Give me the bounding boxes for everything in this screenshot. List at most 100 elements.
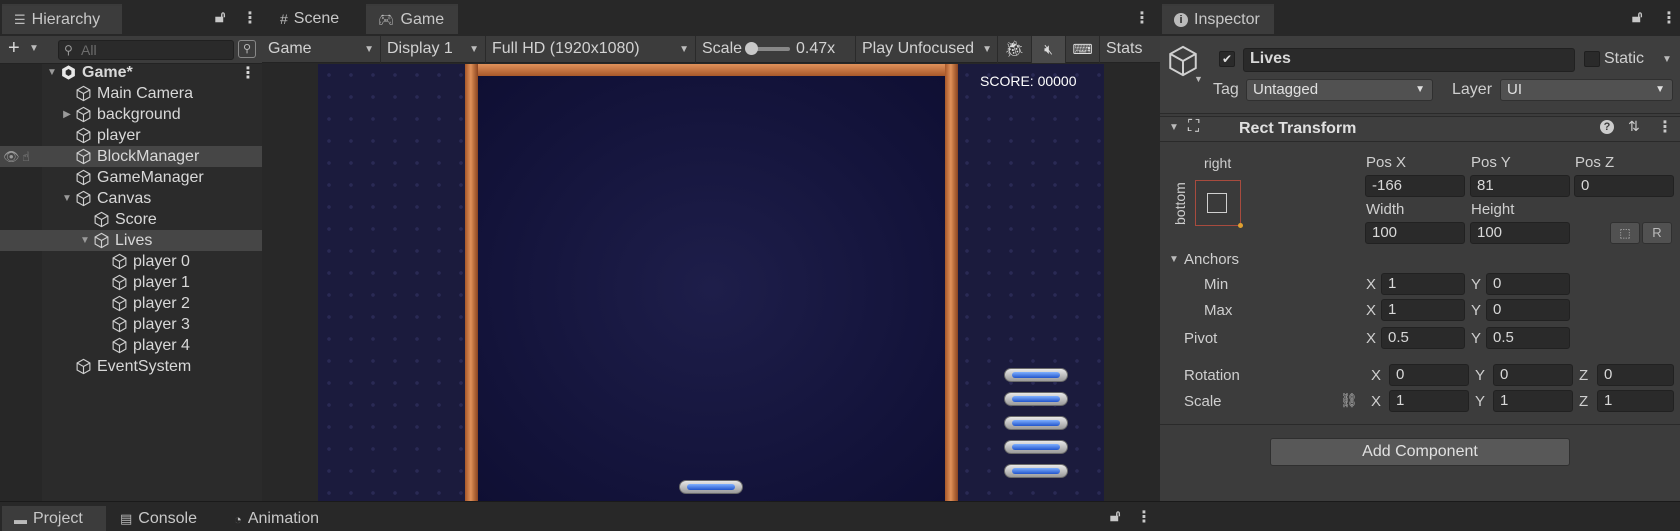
- anchor-presets-button[interactable]: [1195, 180, 1243, 228]
- mute-audio-button[interactable]: 🔇︎: [1032, 35, 1066, 63]
- lock-icon[interactable]: 🔓︎: [1632, 9, 1642, 27]
- hierarchy-item[interactable]: player 2: [0, 293, 262, 314]
- tab-scene[interactable]: # Scene: [268, 4, 358, 34]
- layer-label: Layer: [1452, 81, 1493, 98]
- expand-arrow-icon[interactable]: ▼: [61, 193, 73, 204]
- scale-slider-thumb[interactable]: [745, 42, 759, 55]
- tab-inspector[interactable]: i Inspector: [1162, 4, 1274, 34]
- help-icon[interactable]: ?: [1600, 120, 1614, 134]
- pivot-label: Pivot: [1184, 330, 1218, 347]
- more-options-icon[interactable]: ⋮: [1657, 117, 1673, 137]
- shortcuts-button[interactable]: ⌨: [1066, 35, 1100, 63]
- rotation-z-field[interactable]: 0: [1597, 364, 1674, 386]
- expand-arrow-icon[interactable]: ▼: [46, 67, 58, 78]
- tab-game[interactable]: 🎮︎ Game: [366, 4, 458, 34]
- frame-debugger-button[interactable]: 🐞︎: [998, 35, 1032, 63]
- tag-dropdown[interactable]: Untagged ▼: [1246, 79, 1433, 101]
- view-mode-dropdown[interactable]: Game ▼: [262, 35, 381, 63]
- pivot-x-field[interactable]: 0.5: [1381, 327, 1465, 349]
- tab-hierarchy[interactable]: ☰ Hierarchy: [2, 4, 122, 34]
- grid-icon: #: [280, 11, 288, 27]
- pickable-icon[interactable]: ☝︎: [22, 149, 30, 165]
- hierarchy-item[interactable]: ▶ background: [0, 104, 262, 125]
- scale-x-field[interactable]: 1: [1389, 390, 1469, 412]
- hierarchy-item[interactable]: 👁︎ ☝︎ BlockManager: [0, 146, 262, 167]
- active-checkbox[interactable]: ✔: [1219, 51, 1235, 67]
- height-field[interactable]: 100: [1470, 222, 1570, 244]
- axis-y-label: Y: [1471, 302, 1482, 319]
- expand-arrow-icon[interactable]: ▼: [79, 235, 91, 246]
- hierarchy-item[interactable]: Main Camera: [0, 83, 262, 104]
- tab-animation[interactable]: ◔ Animation: [222, 506, 342, 531]
- width-field[interactable]: 100: [1365, 222, 1465, 244]
- score-text: SCORE: 00000: [980, 73, 1077, 89]
- rotation-x-field[interactable]: 0: [1389, 364, 1469, 386]
- rotation-y-field[interactable]: 0: [1493, 364, 1573, 386]
- lock-icon[interactable]: 🔓︎: [1110, 508, 1120, 526]
- collapse-arrow-icon[interactable]: ▶: [61, 109, 73, 120]
- tab-project[interactable]: ▬ Project: [2, 506, 106, 531]
- scene-search-icon[interactable]: ⚲: [238, 40, 256, 58]
- foldout-arrow-icon[interactable]: ▼: [1169, 254, 1179, 265]
- hierarchy-item[interactable]: player 1: [0, 272, 262, 293]
- scale-slider[interactable]: [745, 42, 791, 55]
- hierarchy-item[interactable]: player 3: [0, 314, 262, 335]
- more-options-icon[interactable]: ⋮: [1136, 507, 1152, 527]
- play-mode-dropdown[interactable]: Play Unfocused ▼: [856, 35, 998, 63]
- hierarchy-item[interactable]: ▼ Canvas: [0, 188, 262, 209]
- anchor-max-x-field[interactable]: 1: [1381, 299, 1465, 321]
- hierarchy-item[interactable]: EventSystem: [0, 356, 262, 377]
- anchor-min-x-field[interactable]: 1: [1381, 273, 1465, 295]
- life-icon: [1004, 464, 1068, 478]
- axis-x-label: X: [1366, 276, 1377, 293]
- hierarchy-item[interactable]: GameManager: [0, 167, 262, 188]
- tab-console[interactable]: ▤ Console: [108, 506, 218, 531]
- blueprint-mode-button[interactable]: ⬚: [1610, 222, 1640, 244]
- pos-z-field[interactable]: 0: [1574, 175, 1674, 197]
- hierarchy-search-input[interactable]: ⚲ All: [58, 40, 234, 60]
- layer-dropdown[interactable]: UI ▼: [1500, 79, 1673, 101]
- gameobject-cube-icon: [75, 190, 92, 207]
- anchor-max-y-field[interactable]: 0: [1486, 299, 1570, 321]
- chevron-down-icon[interactable]: ▼: [1194, 74, 1203, 84]
- pivot-y-field[interactable]: 0.5: [1486, 327, 1570, 349]
- lock-icon[interactable]: 🔓︎: [215, 9, 225, 27]
- display-dropdown[interactable]: Display 1 ▼: [381, 35, 486, 63]
- hierarchy-item-label: player 0: [133, 252, 190, 270]
- visibility-icon[interactable]: 👁︎: [3, 149, 20, 165]
- stats-button[interactable]: Stats: [1100, 36, 1158, 63]
- hierarchy-item[interactable]: ▼ Game* ⋮: [0, 62, 262, 83]
- chevron-down-icon[interactable]: ▼: [1662, 54, 1672, 65]
- add-component-button[interactable]: Add Component: [1270, 438, 1570, 466]
- presets-icon[interactable]: ⇅: [1628, 118, 1640, 135]
- link-icon[interactable]: ⛓: [1340, 392, 1358, 409]
- hierarchy-item[interactable]: player 4: [0, 335, 262, 356]
- pos-y-field[interactable]: 81: [1470, 175, 1570, 197]
- tab-console-label: Console: [138, 510, 197, 527]
- add-icon[interactable]: +: [8, 37, 20, 60]
- scale-y-field[interactable]: 1: [1493, 390, 1573, 412]
- more-options-icon[interactable]: ⋮: [240, 63, 256, 83]
- chevron-down-icon[interactable]: ▼: [29, 43, 39, 54]
- hierarchy-item[interactable]: player: [0, 125, 262, 146]
- top-wall: [465, 64, 958, 76]
- hierarchy-item[interactable]: Score: [0, 209, 262, 230]
- more-options-icon[interactable]: ⋮: [1134, 8, 1150, 28]
- object-name-field[interactable]: Lives: [1243, 48, 1575, 72]
- gameobject-cube-icon: [111, 295, 128, 312]
- static-checkbox[interactable]: [1584, 51, 1600, 67]
- resolution-dropdown[interactable]: Full HD (1920x1080) ▼: [486, 35, 696, 63]
- chevron-down-icon: ▼: [364, 43, 374, 55]
- pos-x-field[interactable]: -166: [1365, 175, 1465, 197]
- raw-edit-button[interactable]: R: [1642, 222, 1672, 244]
- foldout-arrow-icon[interactable]: ▼: [1169, 122, 1179, 133]
- anchor-min-y-field[interactable]: 0: [1486, 273, 1570, 295]
- axis-y-label: Y: [1475, 367, 1486, 384]
- scale-z-field[interactable]: 1: [1597, 390, 1674, 412]
- more-options-icon[interactable]: ⋮: [1661, 8, 1677, 28]
- hierarchy-item[interactable]: ▼ Lives: [0, 230, 262, 251]
- search-icon: ⚲: [64, 43, 73, 57]
- gameobject-cube-icon: [75, 127, 92, 144]
- hierarchy-item[interactable]: player 0: [0, 251, 262, 272]
- more-options-icon[interactable]: ⋮: [242, 8, 258, 28]
